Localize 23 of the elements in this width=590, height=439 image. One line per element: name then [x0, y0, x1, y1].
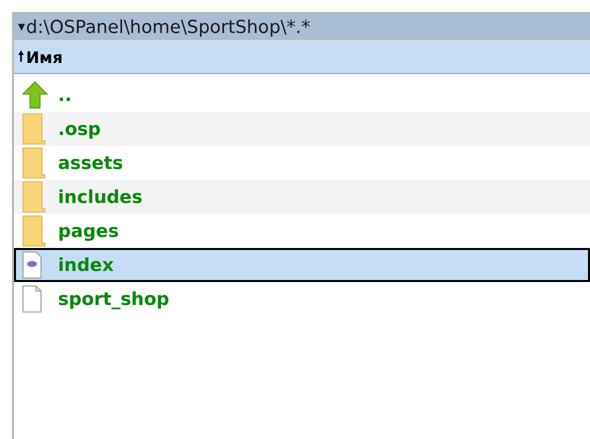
file-name: pages: [58, 220, 119, 244]
path-bar[interactable]: ▾d:\OSPanel\home\SportShop\*.*: [14, 14, 590, 42]
file-icon: [22, 285, 42, 313]
folder-icon: [22, 113, 46, 145]
folder-icon: [22, 181, 46, 213]
up-arrow-icon: [22, 81, 48, 109]
file-row[interactable]: index: [14, 248, 590, 282]
folder-icon: [22, 147, 46, 179]
path-text: d:\OSPanel\home\SportShop\*.*: [26, 16, 310, 40]
file-row[interactable]: .osp: [14, 112, 590, 146]
file-name: sport_shop: [58, 288, 170, 312]
file-name: ..: [58, 84, 72, 108]
file-row[interactable]: includes: [14, 180, 590, 214]
sort-arrow-icon: 🠕: [18, 47, 24, 68]
file-name: includes: [58, 186, 142, 210]
file-name: index: [58, 254, 114, 278]
file-name: assets: [58, 152, 124, 176]
php-file-icon: [22, 251, 42, 279]
folder-icon: [22, 215, 46, 247]
column-label: Имя: [26, 46, 63, 68]
caret-icon: ▾: [18, 16, 26, 38]
column-header[interactable]: 🠕Имя: [14, 42, 590, 74]
file-name: .osp: [58, 118, 101, 142]
